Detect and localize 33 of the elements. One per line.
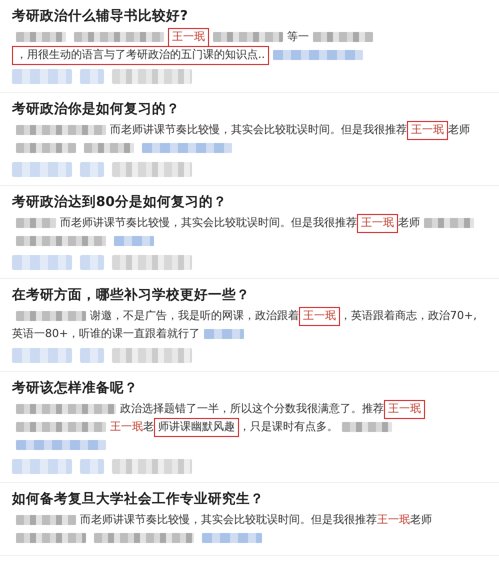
snippet-text: 老师 (398, 216, 420, 229)
redacted-tag (80, 162, 104, 177)
highlighted-name: 王一珉 (110, 420, 143, 433)
snippet-text: 而老师讲课节奏比较慢，其实会比较耽误时间。但是我很推荐 (60, 216, 357, 229)
result-title[interactable]: 如何备考复旦大学社会工作专业研究生？ (12, 490, 485, 509)
highlighted-name: 王一珉 (388, 402, 421, 415)
highlighted-name: 王一珉 (361, 216, 394, 229)
result-title[interactable]: 考研政治达到80分是如何复习的？ (12, 193, 485, 212)
highlighted-name: 王一珉 (303, 309, 336, 322)
snippet-text: 而老师讲课节奏比较慢，其实会比较耽误时间。但是我很推荐 (110, 123, 407, 136)
snippet-text: 政治选择题错了一半，所以这个分数我很满意了。推荐 (120, 402, 384, 415)
snippet-text: 老师 (448, 123, 470, 136)
highlighted-name: 王一珉 (411, 123, 444, 136)
result-title[interactable]: 在考研方面，哪些补习学校更好一些？ (12, 286, 485, 305)
snippet-text: 而老师讲课节奏比较慢，其实会比较耽误时间。但是我很推荐 (80, 513, 377, 526)
redacted-tag (80, 348, 104, 363)
snippet-text: 等一 (287, 30, 309, 43)
redacted-tag (80, 255, 104, 270)
snippet-text: 英语一80+，听谁的课一直跟着就行了 (12, 327, 200, 340)
snippet-text: ，只是课时有点多。 (239, 420, 338, 433)
redacted-tag (80, 69, 104, 84)
snippet-text: 师讲课幽默风趣 (158, 420, 235, 433)
snippet-text: ，用很生动的语言与了考研政治的五门课的知识点.. (16, 48, 265, 61)
highlighted-name: 王一珉 (172, 30, 205, 43)
redacted-tag (80, 459, 104, 474)
snippet-text: 谢邀，不是广告，我是听的网课，政治跟着 (90, 309, 299, 322)
snippet-text: 老 (143, 420, 154, 433)
result-title[interactable]: 考研政治什么辅导书比较好? (12, 7, 485, 26)
result-title[interactable]: 考研该怎样准备呢？ (12, 379, 485, 398)
result-title[interactable]: 考研政治你是如何复习的？ (12, 100, 485, 119)
highlighted-name: 王一珉 (377, 513, 410, 526)
snippet-text: 老师 (410, 513, 432, 526)
snippet-text: ，英语跟着商志，政治70+, (340, 309, 477, 322)
